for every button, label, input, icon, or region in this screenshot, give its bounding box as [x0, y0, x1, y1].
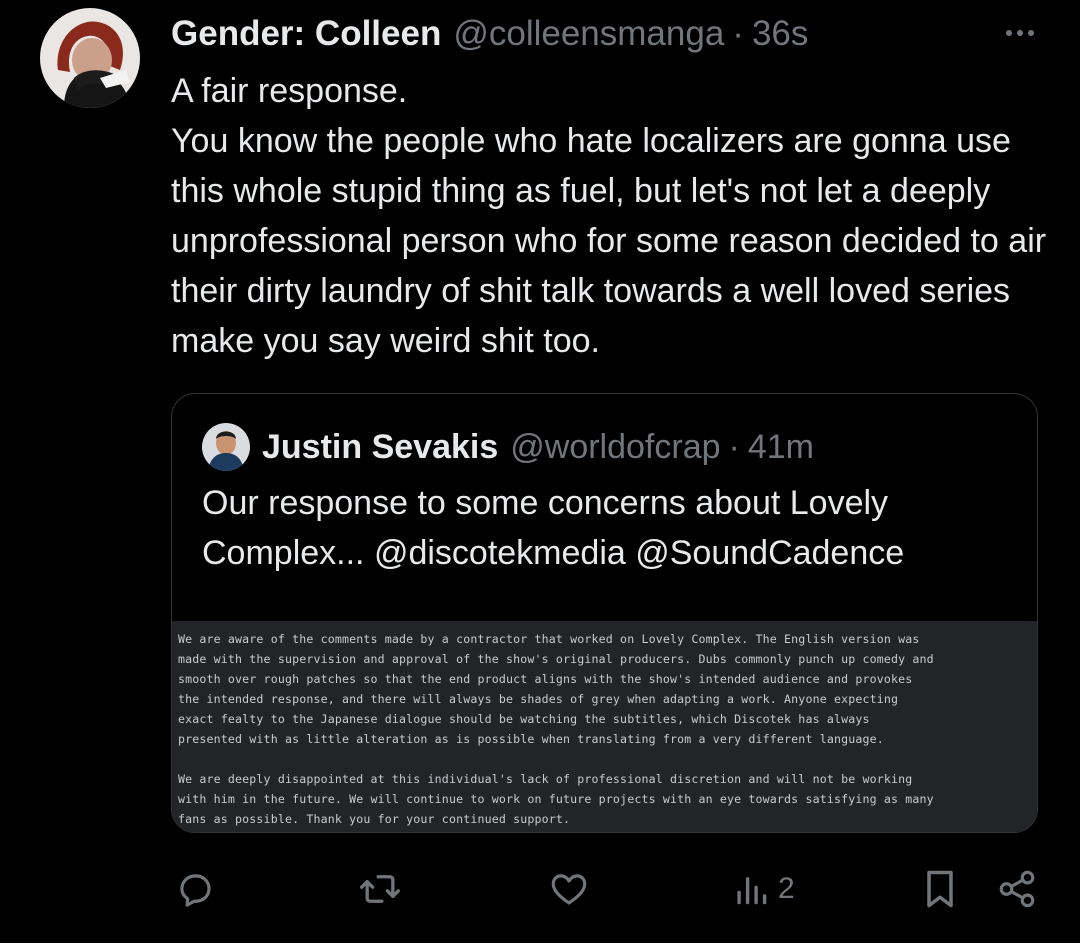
author-handle[interactable]: @colleensmanga	[453, 14, 724, 54]
quoted-author-display-name[interactable]: Justin Sevakis	[262, 428, 498, 467]
more-dot-icon	[1028, 30, 1034, 36]
views-count: 2	[778, 872, 795, 905]
reply-button[interactable]	[174, 862, 216, 916]
statement-line: We are aware of the comments made by a c…	[178, 632, 920, 646]
header-separator: ·	[732, 14, 744, 53]
author-display-name[interactable]: Gender: Colleen	[171, 14, 441, 54]
views-icon	[737, 877, 767, 905]
repost-icon	[360, 875, 400, 903]
statement-line: We are deeply disappointed at this indiv…	[178, 772, 913, 786]
quoted-post-card[interactable]: Justin Sevakis @worldofcrap · 41m Our re…	[171, 393, 1038, 833]
quoted-post-text: Our response to some concerns about Love…	[202, 484, 905, 572]
post-timestamp[interactable]: 36s	[752, 14, 808, 54]
more-dot-icon	[1006, 30, 1012, 36]
quoted-post-timestamp: 41m	[747, 427, 814, 466]
bookmark-button[interactable]	[920, 862, 960, 916]
bookmark-icon	[927, 870, 953, 908]
author-avatar[interactable]	[40, 8, 140, 108]
reply-icon	[180, 874, 211, 907]
statement-line: with him in the future. We will continue…	[178, 792, 934, 806]
share-icon	[999, 870, 1035, 908]
quoted-author-avatar[interactable]	[202, 423, 250, 471]
post-header: Gender: Colleen @colleensmanga · 36s	[171, 12, 1050, 56]
statement-line: exact fealty to the Japanese dialogue sh…	[178, 712, 870, 726]
post-body: A fair response. You know the people who…	[171, 66, 1061, 366]
share-button[interactable]	[996, 862, 1038, 916]
post-text-paragraph: You know the people who hate localizers …	[171, 122, 1047, 360]
quoted-author-handle[interactable]: @worldofcrap	[510, 428, 720, 467]
statement-line-spacer	[178, 749, 1031, 769]
views-button[interactable]: 2	[734, 862, 795, 916]
statement-line: presented with as little alteration as i…	[178, 732, 884, 746]
more-options-button[interactable]	[1000, 18, 1040, 48]
statement-line: smooth over rough patches so that the en…	[178, 672, 913, 686]
statement-image[interactable]: We are aware of the comments made by a c…	[172, 621, 1037, 832]
repost-button[interactable]	[358, 862, 402, 916]
action-bar: 2	[160, 862, 1050, 916]
like-button[interactable]	[548, 862, 590, 916]
quoted-post-header: Justin Sevakis @worldofcrap · 41m	[202, 422, 814, 472]
statement-line: made with the supervision and approval o…	[178, 652, 934, 666]
statement-line: the intended response, and there will al…	[178, 692, 899, 706]
statement-line: fans as possible. Thank you for your con…	[178, 812, 571, 826]
heart-icon	[551, 874, 587, 905]
post-text-line: A fair response.	[171, 72, 408, 110]
more-dot-icon	[1017, 30, 1023, 36]
quoted-header-separator: ·	[728, 427, 740, 466]
